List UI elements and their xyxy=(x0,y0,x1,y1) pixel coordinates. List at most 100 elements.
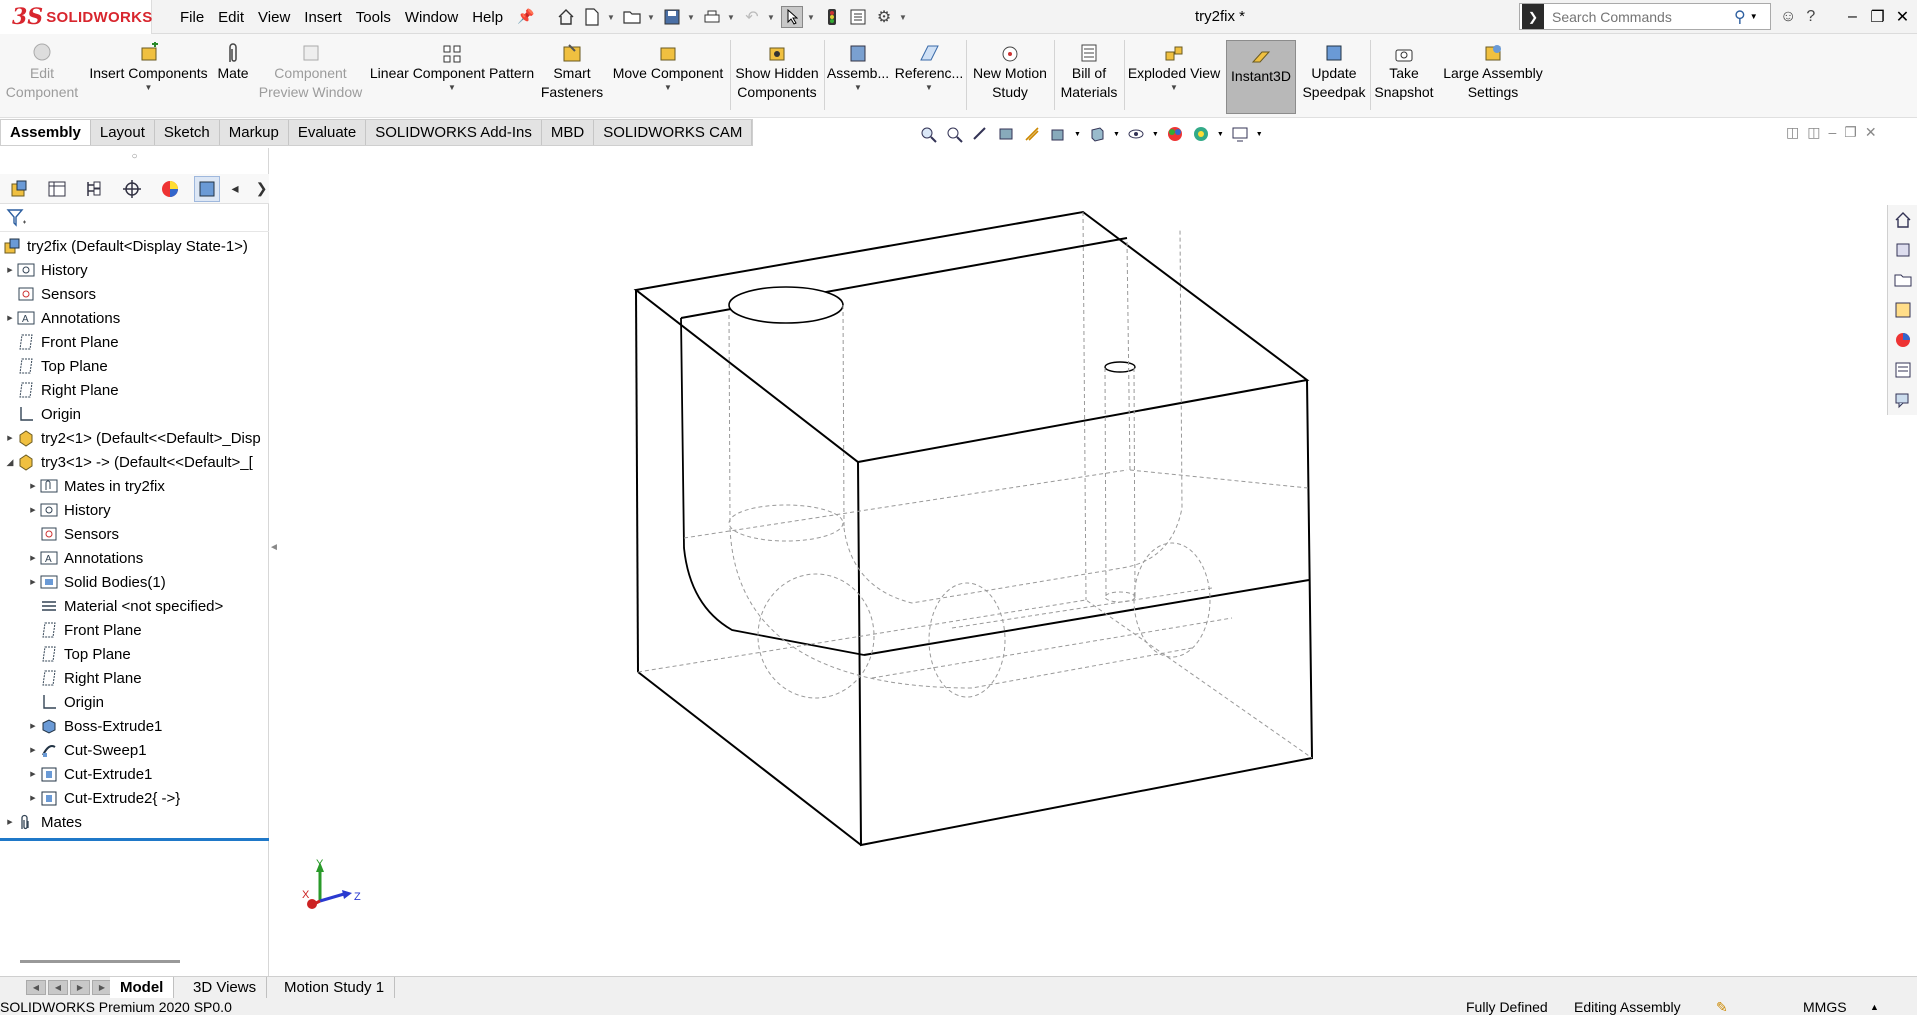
menu-help[interactable]: Help xyxy=(465,9,510,26)
print-icon[interactable] xyxy=(701,6,723,28)
linear-pattern-dropdown-icon[interactable]: ▼ xyxy=(448,83,456,93)
tab-addins[interactable]: SOLIDWORKS Add-Ins xyxy=(366,120,542,145)
tree-item[interactable]: Origin xyxy=(0,402,269,426)
last-tab-icon[interactable]: ▶ xyxy=(92,980,112,995)
linear-component-pattern-button[interactable]: Linear Component Pattern ▼ xyxy=(368,38,536,114)
menu-view[interactable]: View xyxy=(251,9,297,26)
new-document-icon[interactable] xyxy=(581,6,603,28)
dimxpert-tab-icon[interactable] xyxy=(119,176,146,202)
property-manager-tab-icon[interactable] xyxy=(44,176,71,202)
open-folder-icon[interactable] xyxy=(621,6,643,28)
tree-item[interactable]: Top Plane xyxy=(0,354,269,378)
menu-edit[interactable]: Edit xyxy=(211,9,251,26)
tree-item[interactable]: Front Plane xyxy=(0,618,269,642)
expand-arrow-icon[interactable]: ▶ xyxy=(27,578,39,586)
status-units[interactable]: MMGS xyxy=(1803,999,1847,1016)
view-palette-icon[interactable] xyxy=(1892,299,1914,321)
hide-show-items-icon[interactable] xyxy=(1126,124,1146,144)
new-dropdown-icon[interactable]: ▼ xyxy=(607,13,617,22)
help-icon[interactable]: ? xyxy=(1806,8,1815,26)
move-component-button[interactable]: Move Component ▼ xyxy=(608,38,728,114)
minimize-icon[interactable]: – xyxy=(1840,0,1865,34)
tree-item[interactable]: ▶ Cut-Sweep1 xyxy=(0,738,269,762)
tab-sketch[interactable]: Sketch xyxy=(155,120,220,145)
smart-fasteners-button[interactable]: Smart Fasteners xyxy=(538,38,606,114)
tab-motion-study-1[interactable]: Motion Study 1 xyxy=(274,977,396,999)
edit-component-button[interactable]: Edit Component xyxy=(2,38,82,114)
tree-item[interactable]: Right Plane xyxy=(0,378,269,402)
previous-view-icon[interactable] xyxy=(970,124,990,144)
view-orientation-icon[interactable] xyxy=(1048,124,1068,144)
forum-icon[interactable] xyxy=(1892,389,1914,411)
tree-filter[interactable] xyxy=(0,204,269,232)
tree-item[interactable]: Sensors xyxy=(0,522,269,546)
model-view[interactable]: Y X Z xyxy=(272,148,1917,976)
viewport-minimize-icon[interactable]: – xyxy=(1828,124,1836,141)
close-icon[interactable]: ✕ xyxy=(1890,0,1915,34)
solidworks-resources-home-icon[interactable] xyxy=(1892,209,1914,231)
tree-item[interactable]: Right Plane xyxy=(0,666,269,690)
search-dropdown-icon[interactable]: ▼ xyxy=(1750,12,1758,21)
design-library-icon[interactable] xyxy=(1892,239,1914,261)
dynamic-annotation-icon[interactable] xyxy=(1022,124,1042,144)
edit-appearance-icon[interactable] xyxy=(1165,124,1185,144)
tree-item[interactable]: Sensors xyxy=(0,282,269,306)
viewport-close-icon[interactable]: ✕ xyxy=(1865,124,1877,141)
tab-layout[interactable]: Layout xyxy=(91,120,155,145)
save-icon[interactable] xyxy=(661,6,683,28)
user-icon[interactable]: ☺ xyxy=(1780,8,1796,26)
display-style-icon[interactable] xyxy=(1087,124,1107,144)
menu-tools[interactable]: Tools xyxy=(349,9,398,26)
home-icon[interactable] xyxy=(555,6,577,28)
feature-manager-tab-icon[interactable] xyxy=(6,176,33,202)
tab-cam[interactable]: SOLIDWORKS CAM xyxy=(594,120,753,145)
expand-arrow-icon[interactable]: ▶ xyxy=(27,746,39,754)
show-hidden-components-button[interactable]: Show Hidden Components xyxy=(733,38,821,114)
reference-geometry-dropdown-icon[interactable]: ▼ xyxy=(925,83,933,93)
expand-arrow-icon[interactable]: ▶ xyxy=(27,794,39,802)
take-snapshot-button[interactable]: Take Snapshot xyxy=(1372,38,1436,114)
tree-item[interactable]: ▶ Mates in try2fix xyxy=(0,474,269,498)
tree-item[interactable]: ▶ try2<1> (Default<<Default>_Disp xyxy=(0,426,269,450)
new-motion-study-button[interactable]: New Motion Study xyxy=(968,38,1052,114)
solidworks-logo[interactable]: 3S SOLIDWORKS xyxy=(0,0,152,34)
move-component-dropdown-icon[interactable]: ▼ xyxy=(664,83,672,93)
viewport-collapse-left-icon[interactable]: ◫ xyxy=(1786,124,1799,141)
expand-arrow-icon[interactable]: ▶ xyxy=(27,554,39,562)
prev-tab-icon[interactable]: ◀ xyxy=(48,980,68,995)
search-box[interactable]: ❯ ⚲ ▼ xyxy=(1519,3,1771,30)
expand-arrow-icon[interactable]: ▶ xyxy=(4,434,16,442)
options-gear-icon[interactable]: ⚙ xyxy=(873,6,895,28)
expand-arrow-icon[interactable]: ▶ xyxy=(27,770,39,778)
custom-properties-icon[interactable] xyxy=(1892,359,1914,381)
first-tab-icon[interactable]: ◀ xyxy=(26,980,46,995)
tree-item[interactable]: ▶ Mates xyxy=(0,810,269,834)
pin-menu-icon[interactable]: 📌 xyxy=(517,8,534,25)
viewport-collapse-right-icon[interactable]: ◫ xyxy=(1807,124,1820,141)
view-orientation-dropdown-icon[interactable]: ▼ xyxy=(1074,131,1081,138)
tree-item[interactable]: ▶ Boss-Extrude1 xyxy=(0,714,269,738)
tree-item[interactable]: ▶ Cut-Extrude1 xyxy=(0,762,269,786)
exploded-view-button[interactable]: Exploded View ▼ xyxy=(1126,38,1222,114)
tree-item[interactable]: ▶ History xyxy=(0,258,269,282)
update-speedpak-button[interactable]: Update Speedpak xyxy=(1300,38,1368,114)
select-arrow-icon[interactable] xyxy=(781,6,803,28)
tab-3d-views[interactable]: 3D Views xyxy=(183,977,268,999)
menu-file[interactable]: File xyxy=(173,9,211,26)
tree-item[interactable]: Material <not specified> xyxy=(0,594,269,618)
panel-grip[interactable]: ○ xyxy=(0,148,269,168)
expand-arrow-icon[interactable]: ▶ xyxy=(4,818,16,826)
tabs-scroll-left-icon[interactable]: ◂ xyxy=(231,180,244,197)
tree-item[interactable]: ▶ A Annotations xyxy=(0,306,269,330)
rollback-bar[interactable] xyxy=(0,838,269,841)
reference-geometry-button[interactable]: Referenc... ▼ xyxy=(892,38,966,114)
panel-horizontal-scrollbar[interactable] xyxy=(20,960,180,963)
tab-assembly[interactable]: Assembly xyxy=(1,120,91,145)
appearances-icon[interactable] xyxy=(1892,329,1914,351)
save-dropdown-icon[interactable]: ▼ xyxy=(687,13,697,22)
tree-item[interactable]: Front Plane xyxy=(0,330,269,354)
tree-item[interactable]: ▶ Cut-Extrude2{ ->} xyxy=(0,786,269,810)
zoom-to-area-icon[interactable] xyxy=(944,124,964,144)
tab-model[interactable]: Model xyxy=(110,977,175,999)
insert-components-dropdown-icon[interactable]: ▼ xyxy=(145,83,153,93)
